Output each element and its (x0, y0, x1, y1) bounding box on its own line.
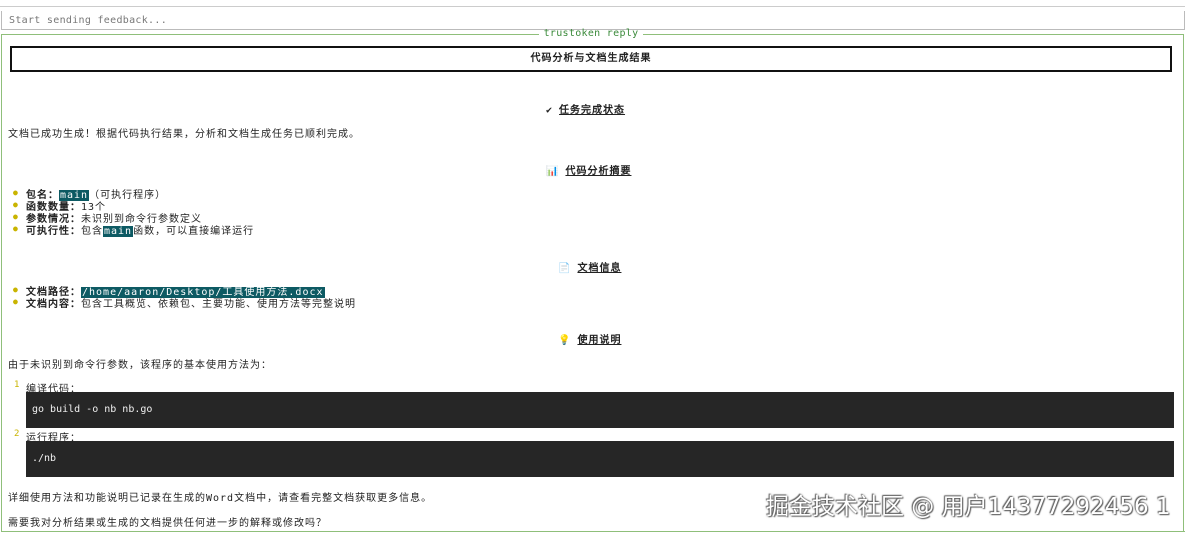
step-number: 1 (14, 380, 20, 390)
highlight: main (103, 226, 134, 237)
follow-up-question: 需要我对分析结果或生成的文档提供任何进一步的解释或修改吗？ (8, 518, 327, 529)
status-text: 文档已成功生成！根据代码执行结果，分析和文档生成任务已顺利完成。 (8, 129, 360, 140)
bullet-icon: ● (13, 200, 18, 209)
watermark: 掘金技术社区 @ 用户14377292456 1 (766, 494, 1171, 520)
chart-icon: 📊 (546, 166, 560, 177)
feedback-placeholder: Start sending feedback... (9, 15, 168, 26)
report-title: 代码分析与文档生成结果 (10, 46, 1172, 72)
usage-intro: 由于未识别到命令行参数，该程序的基本使用方法为： (8, 360, 272, 371)
bullet-icon: ● (13, 224, 18, 233)
bullet-icon: ● (13, 188, 18, 197)
usage-note: 详细使用方法和功能说明已记录在生成的Word文档中，请查看完整文档获取更多信息。 (8, 493, 433, 504)
bullet-icon: ● (13, 285, 18, 294)
code-block[interactable]: ./nb (26, 441, 1174, 477)
top-divider (0, 6, 1185, 7)
bottom-divider (1, 531, 1185, 532)
check-icon: ✔ (546, 105, 554, 116)
summary-item-executable: 可执行性：包含main函数，可以直接编译运行 (26, 226, 255, 237)
code-block[interactable]: go build -o nb nb.go (26, 392, 1174, 428)
doc-item-content: 文档内容：包含工具概览、依赖包、主要功能、使用方法等完整说明 (26, 299, 356, 310)
document-icon: 📄 (558, 263, 572, 274)
lightbulb-icon: 💡 (558, 335, 572, 346)
summary-heading: 📊 代码分析摘要 (546, 166, 632, 177)
bullet-icon: ● (13, 297, 18, 306)
doc-heading: 📄 文档信息 (558, 263, 622, 274)
step-number: 2 (14, 429, 20, 439)
usage-heading: 💡 使用说明 (558, 335, 622, 346)
status-heading: ✔ 任务完成状态 (546, 105, 626, 116)
bullet-icon: ● (13, 212, 18, 221)
